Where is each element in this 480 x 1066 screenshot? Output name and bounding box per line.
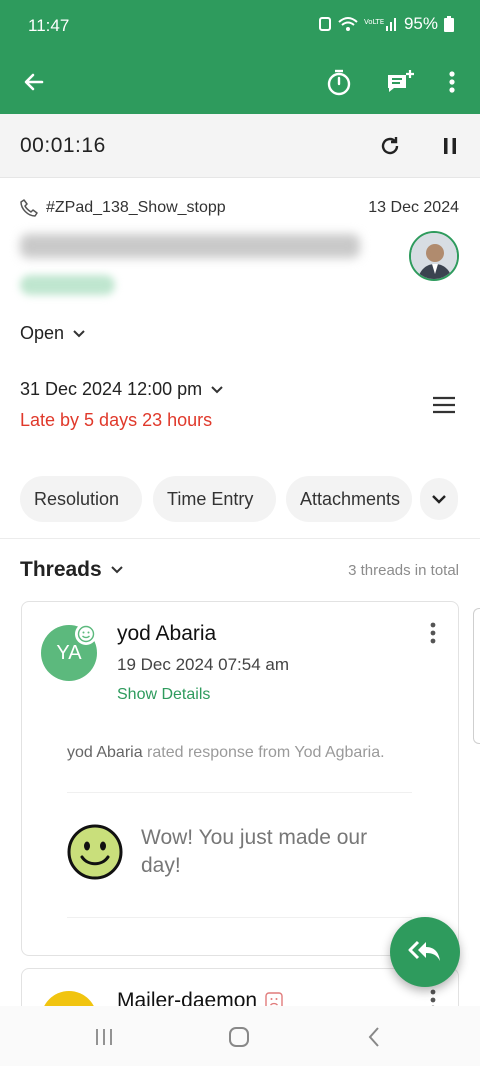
chevron-down-icon: [211, 385, 223, 393]
due-date-dropdown[interactable]: 31 Dec 2024 12:00 pm: [20, 379, 224, 400]
thread-card[interactable]: YA yod Abaria 19 Dec 2024 07:54 am Show …: [21, 601, 459, 956]
person-photo-icon: [411, 233, 457, 279]
feedback-text: Wow! You just made our day!: [141, 826, 368, 877]
phone-icon: [20, 199, 38, 217]
home-icon: [229, 1027, 249, 1047]
section-tabs: Resolution Time Entry Attachments: [0, 476, 480, 522]
timer-button[interactable]: [321, 64, 357, 100]
recent-apps-button[interactable]: [90, 1024, 118, 1050]
ticket-id: #ZPad_138_Show_stopp: [46, 199, 226, 216]
wifi-icon: [338, 17, 358, 31]
threads-title: Threads: [20, 558, 102, 581]
status-time: 11:47: [28, 16, 70, 35]
more-vertical-icon: [430, 622, 436, 644]
more-vertical-icon: [449, 71, 455, 93]
threads-count: 3 threads in total: [348, 562, 459, 579]
elapsed-time: 00:01:16: [20, 134, 106, 157]
timer-bar: 00:01:16: [0, 114, 480, 178]
back-button[interactable]: [16, 64, 52, 100]
stopwatch-icon: [327, 69, 351, 96]
pause-icon: [444, 138, 456, 154]
due-date: 31 Dec 2024 12:00 pm: [20, 379, 203, 399]
system-nav-bar: [0, 1006, 480, 1066]
tab-resolution[interactable]: Resolution: [20, 476, 142, 522]
pause-timer-button[interactable]: [436, 132, 464, 160]
reply-all-icon: [408, 940, 440, 961]
overflow-menu-button[interactable]: [434, 64, 470, 100]
chevron-down-icon: [432, 495, 446, 504]
alarm-icon: [318, 17, 331, 31]
threads-filter-dropdown[interactable]: Threads: [20, 558, 124, 582]
hamburger-icon: [433, 396, 455, 414]
tab-time-entry[interactable]: Time Entry: [153, 476, 276, 522]
system-back-button[interactable]: [360, 1024, 388, 1050]
chevron-down-icon: [73, 329, 85, 337]
add-comment-icon: [388, 70, 414, 92]
scrollbar[interactable]: [473, 608, 480, 744]
tab-attachments[interactable]: Attachments: [286, 476, 412, 522]
arrow-left-icon: [24, 73, 44, 91]
svg-text:VoLTE: VoLTE: [364, 18, 384, 26]
divider: [67, 917, 412, 918]
battery-icon: [444, 16, 454, 32]
add-comment-button[interactable]: [382, 64, 418, 100]
status-bar: 11:47 VoLTE 95%: [0, 0, 480, 50]
show-details-link[interactable]: Show Details: [117, 686, 210, 704]
assignee-avatar[interactable]: [409, 231, 459, 281]
divider: [0, 538, 480, 539]
ticket-tag-blurred: [20, 275, 115, 295]
ticket-subject-blurred: [20, 234, 360, 258]
status-label: Open: [20, 323, 65, 343]
details-menu-button[interactable]: [430, 393, 458, 417]
ticket-created-date: 13 Dec 2024: [368, 199, 459, 216]
happy-face-icon: [67, 824, 123, 880]
late-indicator: Late by 5 days 23 hours: [20, 410, 213, 430]
reply-all-button[interactable]: [390, 917, 460, 987]
thread-timestamp: 19 Dec 2024 07:54 am: [117, 655, 290, 674]
signal-icon: VoLTE: [364, 18, 396, 31]
feedback-badge: [75, 623, 97, 645]
ticket-id-row: #ZPad_138_Show_stopp: [20, 199, 226, 217]
smiley-outline-icon: [77, 625, 95, 643]
thread-author: yod Abaria: [117, 622, 217, 645]
app-bar: [0, 50, 480, 114]
battery-percent: 95%: [403, 14, 438, 33]
refresh-icon: [381, 137, 399, 155]
thread-more-button[interactable]: [430, 622, 442, 646]
more-tabs-button[interactable]: [420, 478, 458, 520]
home-button[interactable]: [225, 1024, 253, 1050]
chevron-left-icon: [368, 1027, 379, 1047]
status-dropdown[interactable]: Open: [20, 323, 86, 344]
rating-summary: yod Abaria rated response from Yod Agbar…: [67, 744, 385, 761]
reset-timer-button[interactable]: [376, 132, 404, 160]
recents-icon: [96, 1029, 112, 1045]
chevron-down-icon: [110, 566, 123, 574]
divider: [67, 792, 412, 793]
